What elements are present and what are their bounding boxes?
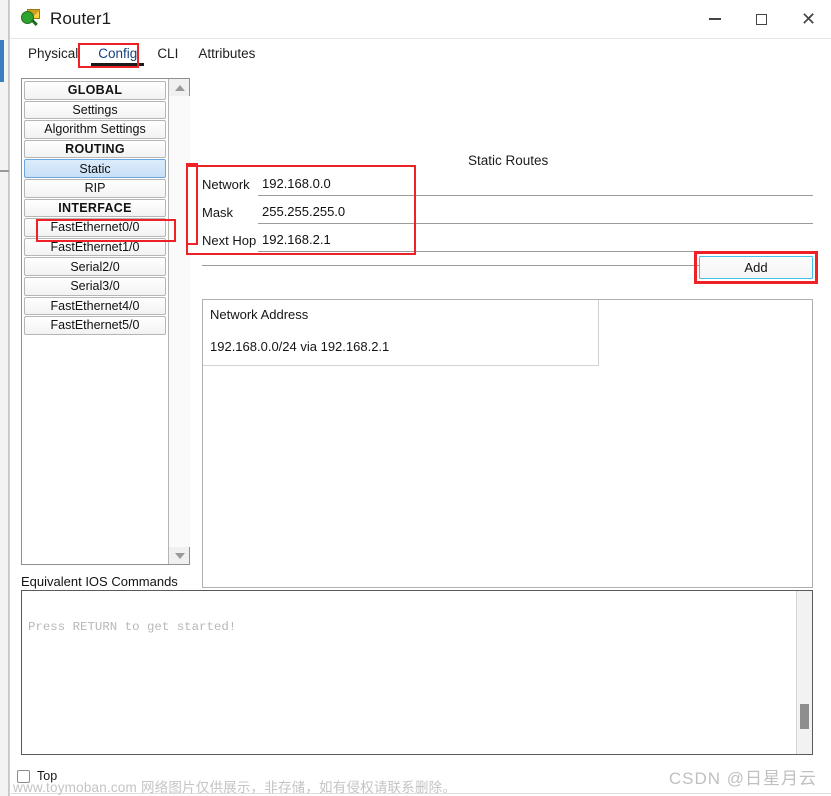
next-hop-input[interactable] — [258, 228, 813, 252]
sidebar-item-serial3-0[interactable]: Serial3/0 — [24, 276, 166, 296]
sidebar-item-static[interactable]: Static — [24, 159, 166, 178]
sidebar-scrollbar[interactable] — [168, 79, 190, 564]
sidebar-label: INTERFACE — [58, 200, 132, 215]
device-window: Router1 ✕ Physical Config CLI Attributes… — [9, 0, 831, 796]
chevron-up-icon — [174, 84, 185, 91]
window-title: Router1 — [50, 9, 112, 28]
minimize-icon — [708, 18, 721, 20]
router-config-window: Router1 ✕ Physical Config CLI Attributes… — [0, 0, 831, 796]
tab-config[interactable]: Config — [89, 43, 146, 66]
sidebar-item-rip[interactable]: RIP — [24, 178, 166, 198]
form-separator — [202, 265, 699, 266]
sidebar-scroll-track[interactable] — [169, 96, 190, 547]
ios-line: Press RETURN to get started! — [28, 620, 237, 634]
sidebar-label: ROUTING — [65, 142, 125, 157]
console-scrollbar-thumb[interactable] — [799, 703, 810, 730]
tab-attributes[interactable]: Attributes — [189, 43, 264, 66]
tab-physical[interactable]: Physical — [19, 43, 87, 66]
page-title: Static Routes — [468, 153, 549, 168]
packet-tracer-router-icon — [21, 9, 41, 29]
tab-config-label: Config — [98, 45, 138, 61]
network-input[interactable] — [258, 172, 813, 196]
sidebar-label: FastEthernet1/0 — [50, 240, 140, 255]
routes-table[interactable]: Network Address 192.168.0.0/24 via 192.1… — [202, 299, 813, 588]
close-icon: ✕ — [800, 9, 817, 29]
title-bar: Router1 ✕ — [10, 0, 831, 39]
tab-attributes-label: Attributes — [198, 45, 256, 61]
routes-table-header-network-address: Network Address — [210, 307, 309, 322]
form-row-mask: Mask — [196, 198, 813, 226]
config-content: GLOBAL Settings Algorithm Settings ROUTI… — [10, 69, 831, 796]
watermark-right: CSDN @日星月云 — [668, 769, 817, 788]
sidebar-label: GLOBAL — [67, 83, 123, 98]
close-button[interactable]: ✕ — [785, 0, 831, 39]
sidebar-label: FastEthernet4/0 — [50, 298, 140, 313]
next-hop-label: Next Hop — [202, 232, 257, 248]
ios-commands-console[interactable]: Press RETURN to get started! Router>enab… — [21, 590, 813, 755]
table-row[interactable]: 192.168.0.0/24 via 192.168.2.1 — [210, 339, 389, 354]
window-controls: ✕ — [691, 0, 831, 39]
sidebar-label: RIP — [84, 181, 106, 196]
ios-commands-text: Press RETURN to get started! Router>enab… — [22, 591, 796, 754]
sidebar-item-fastethernet1-0[interactable]: FastEthernet1/0 — [24, 237, 166, 257]
tab-physical-label: Physical — [28, 45, 79, 61]
ios-line — [28, 727, 796, 744]
sidebar-label: Static — [79, 161, 111, 176]
mask-input[interactable] — [258, 200, 813, 224]
scroll-down-button[interactable] — [169, 547, 190, 564]
add-button-label: Add — [744, 260, 768, 275]
tab-cli-label: CLI — [157, 45, 179, 61]
sidebar-list: GLOBAL Settings Algorithm Settings ROUTI… — [22, 79, 168, 564]
sidebar-item-serial2-0[interactable]: Serial2/0 — [24, 257, 166, 276]
sidebar-item-algorithm-settings[interactable]: Algorithm Settings — [24, 120, 166, 139]
network-label: Network — [202, 176, 250, 192]
console-scrollbar[interactable] — [796, 591, 812, 754]
scroll-up-button[interactable] — [169, 79, 190, 96]
background-accent-bar — [0, 40, 4, 82]
tab-active-underline — [91, 63, 145, 66]
background-window-strip — [0, 0, 9, 796]
maximize-button[interactable] — [738, 0, 785, 39]
sidebar-item-fastethernet5-0[interactable]: FastEthernet5/0 — [24, 316, 166, 335]
sidebar-label: Algorithm Settings — [44, 122, 146, 137]
sidebar-item-fastethernet4-0[interactable]: FastEthernet4/0 — [24, 296, 166, 316]
ios-commands-label: Equivalent IOS Commands — [21, 574, 178, 589]
sidebar-item-fastethernet0-0[interactable]: FastEthernet0/0 — [24, 218, 166, 237]
sidebar-label: Settings — [72, 102, 118, 117]
sidebar-header-global: GLOBAL — [24, 81, 166, 100]
minimize-button[interactable] — [691, 0, 738, 39]
add-button[interactable]: Add — [699, 256, 813, 279]
form-row-next-hop: Next Hop — [196, 226, 813, 254]
background-divider — [0, 170, 9, 172]
mask-label: Mask — [202, 204, 234, 220]
sidebar-item-settings[interactable]: Settings — [24, 100, 166, 120]
config-sidebar: GLOBAL Settings Algorithm Settings ROUTI… — [21, 78, 190, 565]
tab-cli[interactable]: CLI — [148, 43, 187, 66]
ios-line — [28, 676, 796, 693]
sidebar-label: FastEthernet5/0 — [50, 318, 140, 333]
tab-bar: Physical Config CLI Attributes — [10, 39, 831, 69]
static-route-form: Network Mask Next Hop — [196, 170, 813, 254]
form-row-network: Network — [196, 170, 813, 198]
watermark-left: www.toymoban.com 网络图片仅供展示，非存储，如有侵权请联系删除。 — [13, 780, 457, 795]
sidebar-header-interface: INTERFACE — [24, 198, 166, 218]
sidebar-label: FastEthernet0/0 — [50, 220, 140, 235]
sidebar-label: Serial3/0 — [70, 279, 120, 294]
chevron-down-icon — [174, 552, 185, 559]
sidebar-label: Serial2/0 — [70, 259, 120, 274]
sidebar-header-routing: ROUTING — [24, 139, 166, 159]
maximize-icon — [756, 13, 767, 25]
